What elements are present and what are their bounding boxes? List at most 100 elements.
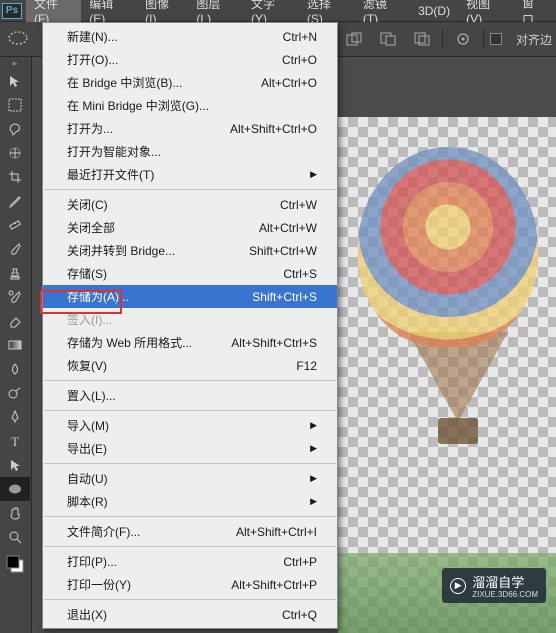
menu-item-shortcut: Alt+Shift+Ctrl+P	[231, 578, 317, 592]
menu-item[interactable]: 新建(N)... Ctrl+N	[43, 25, 337, 48]
menu-item-label: 签入(I)...	[67, 311, 317, 328]
menu-item-label: 文件简介(F)...	[67, 523, 216, 540]
eraser-tool[interactable]	[0, 309, 30, 333]
menu-item-label: 恢复(V)	[67, 357, 276, 374]
menu-item-label: 存储为(A)...	[67, 288, 232, 305]
menu-item-label: 打印(P)...	[67, 553, 263, 570]
menu-item-shortcut: Ctrl+S	[283, 267, 317, 281]
menu-separator	[44, 516, 336, 517]
selection-intersect-icon[interactable]	[408, 27, 436, 51]
canvas-area[interactable]	[338, 57, 556, 633]
menu-item[interactable]: 导入(M)▶	[43, 414, 337, 437]
menu-item-label: 自动(U)	[67, 470, 307, 487]
menu-item-shortcut: Alt+Shift+Ctrl+S	[231, 336, 317, 350]
dodge-tool[interactable]	[0, 381, 30, 405]
tool-preset-icon[interactable]	[4, 27, 32, 51]
file-menu-dropdown: 新建(N)... Ctrl+N 打开(O)... Ctrl+O 在 Bridge 中浏览…	[42, 22, 338, 629]
submenu-arrow-icon: ▶	[307, 443, 317, 454]
submenu-arrow-icon: ▶	[307, 496, 317, 507]
menu-item[interactable]: 存储为 Web 所用格式...Alt+Shift+Ctrl+S	[43, 331, 337, 354]
menu-item-label: 新建(N)...	[67, 28, 263, 45]
menu-item-label: 打开(O)...	[67, 51, 262, 68]
history-brush-tool[interactable]	[0, 285, 30, 309]
pen-tool[interactable]	[0, 405, 30, 429]
menu-item-label: 导出(E)	[67, 440, 307, 457]
menu-item-label: 导入(M)	[67, 417, 307, 434]
color-swatch[interactable]	[0, 549, 30, 579]
hand-tool[interactable]	[0, 501, 30, 525]
menu-item[interactable]: 导出(E)▶	[43, 437, 337, 460]
menu-item[interactable]: 关闭(C)Ctrl+W	[43, 193, 337, 216]
menu-item-shortcut: Ctrl+P	[283, 555, 317, 569]
align-edges-checkbox[interactable]	[490, 33, 502, 45]
stamp-tool[interactable]	[0, 261, 30, 285]
watermark-brand: 溜溜自学	[472, 575, 524, 590]
submenu-arrow-icon: ▶	[307, 473, 317, 484]
menu-item-label: 存储(S)	[67, 265, 263, 282]
menu-item-label: 最近打开文件(T)	[67, 166, 307, 183]
crop-tool[interactable]	[0, 165, 30, 189]
menu-item-label: 打开为...	[67, 120, 210, 137]
zoom-tool[interactable]	[0, 525, 30, 549]
divider	[483, 29, 484, 49]
svg-text:T: T	[11, 434, 19, 448]
menu-item[interactable]: 打开为... Alt+Shift+Ctrl+O	[43, 117, 337, 140]
menu-item[interactable]: 置入(L)...	[43, 384, 337, 407]
panel-expand-icon[interactable]: ▸	[0, 57, 30, 69]
menu-item-shortcut: Alt+Shift+Ctrl+O	[230, 122, 317, 136]
menu-item-shortcut: Alt+Shift+Ctrl+I	[236, 525, 317, 539]
selection-subtract-icon[interactable]	[374, 27, 402, 51]
path-select-tool[interactable]	[0, 453, 30, 477]
menu-item-shortcut: Ctrl+O	[282, 53, 317, 67]
type-tool[interactable]: T	[0, 429, 30, 453]
align-edges-label: 对齐边	[516, 31, 552, 48]
blur-tool[interactable]	[0, 357, 30, 381]
menu-item-label: 关闭并转到 Bridge...	[67, 242, 229, 259]
menu-item-shortcut: Shift+Ctrl+W	[249, 244, 317, 258]
menubar: Ps 文件(F) 编辑(E) 图像(I) 图层(L) 文字(Y) 选择(S) 滤…	[0, 0, 556, 22]
play-icon: ▶	[450, 578, 466, 594]
menu-separator	[44, 189, 336, 190]
shape-tool[interactable]	[0, 477, 30, 501]
marquee-tool[interactable]	[0, 93, 30, 117]
divider	[442, 29, 443, 49]
menu-item[interactable]: 文件简介(F)... Alt+Shift+Ctrl+I	[43, 520, 337, 543]
menu-item-shortcut: Alt+Ctrl+O	[261, 76, 317, 90]
menu-item[interactable]: 打开(O)... Ctrl+O	[43, 48, 337, 71]
menu-separator	[44, 546, 336, 547]
menu-item-shortcut: Ctrl+W	[280, 198, 317, 212]
menu-separator	[44, 410, 336, 411]
menu-item[interactable]: 恢复(V)F12	[43, 354, 337, 377]
menu-item[interactable]: 打印(P)... Ctrl+P	[43, 550, 337, 573]
menu-item[interactable]: 存储为(A)... Shift+Ctrl+S	[43, 285, 337, 308]
menu-item[interactable]: 打开为智能对象...	[43, 140, 337, 163]
selection-add-icon[interactable]	[340, 27, 368, 51]
menu-item[interactable]: 退出(X)Ctrl+Q	[43, 603, 337, 626]
brush-tool[interactable]	[0, 237, 30, 261]
healing-tool[interactable]	[0, 213, 30, 237]
menu-item-label: 打印一份(Y)	[67, 576, 211, 593]
eyedropper-tool[interactable]	[0, 189, 30, 213]
move-tool[interactable]	[0, 69, 30, 93]
menu-item[interactable]: 在 Mini Bridge 中浏览(G)...	[43, 94, 337, 117]
watermark-domain: ZIXUE.3D66.COM	[472, 591, 538, 599]
menu-item-shortcut: Shift+Ctrl+S	[252, 290, 317, 304]
tools-panel: ▸ T	[0, 57, 32, 633]
menu-item[interactable]: 关闭并转到 Bridge... Shift+Ctrl+W	[43, 239, 337, 262]
watermark: ▶ 溜溜自学 ZIXUE.3D66.COM	[442, 568, 546, 603]
menu-item[interactable]: 打印一份(Y) Alt+Shift+Ctrl+P	[43, 573, 337, 596]
menu-item-shortcut: Alt+Ctrl+W	[259, 221, 317, 235]
menu-item[interactable]: 存储(S) Ctrl+S	[43, 262, 337, 285]
menu-item[interactable]: 脚本(R)▶	[43, 490, 337, 513]
gear-icon[interactable]	[449, 27, 477, 51]
menu-3d[interactable]: 3D(D)	[410, 2, 458, 20]
menu-item-label: 打开为智能对象...	[67, 143, 317, 160]
menu-item[interactable]: 在 Bridge 中浏览(B)...Alt+Ctrl+O	[43, 71, 337, 94]
menu-item[interactable]: 关闭全部Alt+Ctrl+W	[43, 216, 337, 239]
quick-select-tool[interactable]	[0, 141, 30, 165]
lasso-tool[interactable]	[0, 117, 30, 141]
menu-item[interactable]: 自动(U)▶	[43, 467, 337, 490]
menu-item[interactable]: 最近打开文件(T)▶	[43, 163, 337, 186]
menu-item-shortcut: Ctrl+N	[283, 30, 317, 44]
gradient-tool[interactable]	[0, 333, 30, 357]
